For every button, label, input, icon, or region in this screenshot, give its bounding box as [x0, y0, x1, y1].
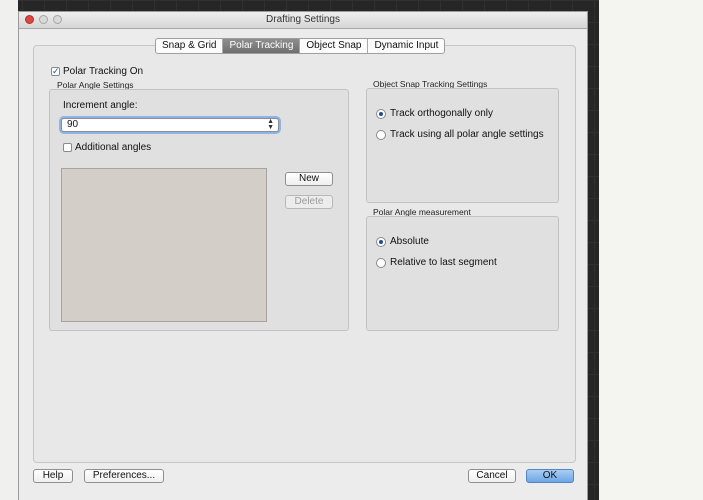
tab-polar-tracking[interactable]: Polar Tracking: [223, 39, 301, 53]
track-orthogonally-radio[interactable]: [376, 109, 386, 119]
cancel-button[interactable]: Cancel: [468, 469, 516, 483]
title-bar: Drafting Settings: [19, 12, 587, 29]
tab-bar: Snap & Grid Polar Tracking Object Snap D…: [155, 38, 446, 54]
polar-tracking-on-label: Polar Tracking On: [63, 66, 144, 77]
tab-object-snap[interactable]: Object Snap: [300, 39, 369, 53]
additional-angles-label: Additional angles: [75, 142, 152, 153]
increment-angle-label: Increment angle:: [63, 100, 138, 111]
track-all-polar-radio[interactable]: [376, 130, 386, 140]
ok-button[interactable]: OK: [526, 469, 574, 483]
object-snap-tracking-group: [366, 88, 559, 203]
preferences-button[interactable]: Preferences...: [84, 469, 164, 483]
polar-angle-measurement-group: [366, 216, 559, 331]
additional-angles-list[interactable]: [61, 168, 267, 322]
increment-angle-select[interactable]: 90 ▲ ▼: [61, 118, 279, 132]
tab-snap-grid[interactable]: Snap & Grid: [156, 39, 224, 53]
relative-last-segment-radio[interactable]: [376, 258, 386, 268]
absolute-label: Absolute: [390, 236, 429, 247]
increment-angle-value: 90: [67, 119, 79, 130]
left-panel-strip: [0, 0, 18, 500]
drafting-settings-dialog: Drafting Settings Snap & Grid Polar Trac…: [18, 11, 588, 500]
relative-last-segment-label: Relative to last segment: [390, 257, 497, 268]
track-all-polar-label: Track using all polar angle settings: [390, 129, 544, 140]
additional-angles-checkbox[interactable]: [63, 143, 72, 152]
track-orthogonally-label: Track orthogonally only: [390, 108, 494, 119]
help-button[interactable]: Help: [33, 469, 73, 483]
new-angle-button[interactable]: New: [285, 172, 333, 186]
tab-dynamic-input[interactable]: Dynamic Input: [368, 39, 444, 53]
updown-arrows-icon: ▲ ▼: [267, 118, 274, 131]
delete-angle-button[interactable]: Delete: [285, 195, 333, 209]
window-title: Drafting Settings: [266, 14, 340, 25]
absolute-radio[interactable]: [376, 237, 386, 247]
polar-tracking-on-checkbox[interactable]: ✓: [51, 67, 60, 76]
right-side-panel: [599, 0, 703, 500]
